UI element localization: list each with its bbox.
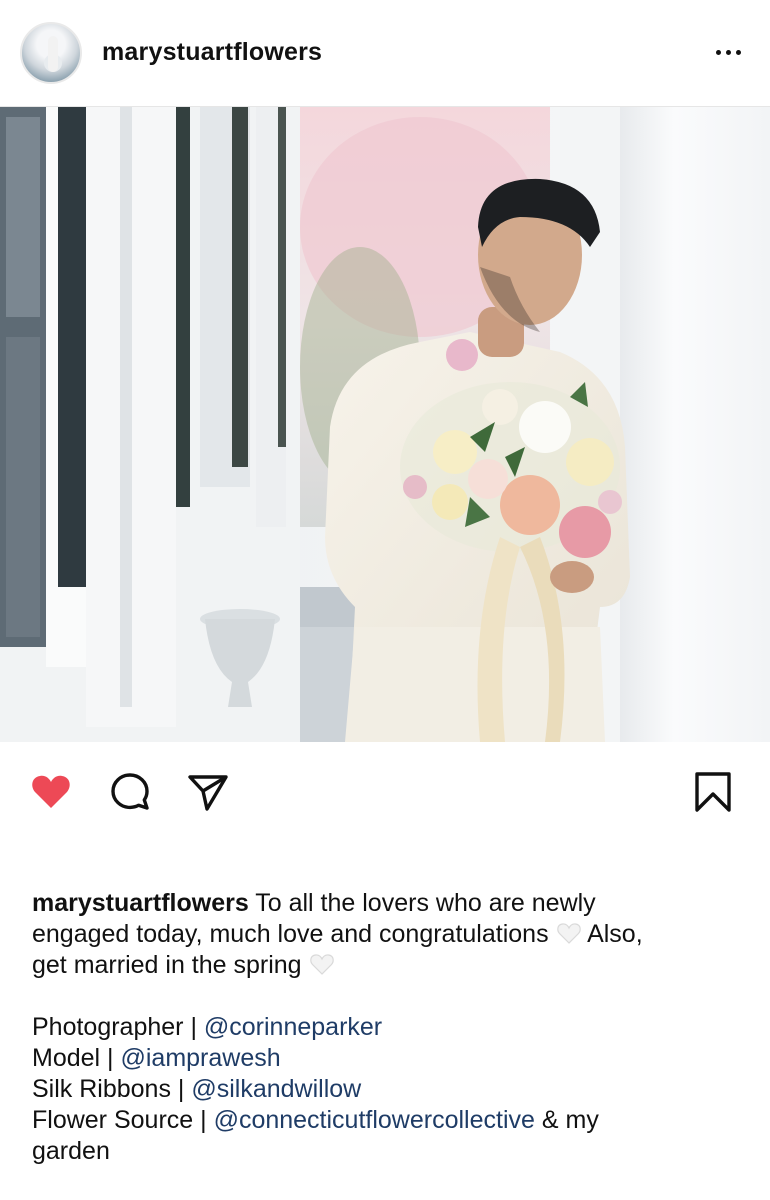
avatar-figure-body [48,36,58,72]
photo-illustration [0,107,770,742]
caption-text: To all the lovers who are newly [248,889,596,917]
heart-filled-icon [32,775,70,808]
more-options-icon[interactable] [708,40,748,64]
bookmark-icon [695,772,731,812]
share-button[interactable] [186,770,230,814]
post-actions-bar [0,742,770,842]
post-photo[interactable] [0,107,770,742]
mention-link[interactable]: @connecticutflowercollective [214,1106,535,1134]
post-header: marystuartflowers [0,0,770,107]
credit-label: Photographer | [32,1013,204,1041]
credit-label: Silk Ribbons | [32,1075,192,1103]
credit-suffix: & my [534,1106,599,1134]
mention-link[interactable]: @iamprawesh [120,1044,280,1072]
profile-avatar[interactable] [20,22,82,84]
credit-label: Model | [32,1044,121,1072]
like-button[interactable] [29,770,73,814]
paper-plane-icon [188,775,228,811]
white-heart-emoji-icon [309,954,334,975]
caption-text: get married in the spring [32,951,309,979]
caption-text: garden [32,1137,110,1165]
post-caption: marystuartflowers To all the lovers who … [32,888,744,1167]
credit-line: Flower Source | @connecticutflowercollec… [32,1105,744,1136]
mention-link[interactable]: @corinneparker [204,1013,382,1041]
credit-label: Flower Source | [32,1106,214,1134]
credit-line: Photographer | @corinneparker [32,1012,744,1043]
credit-line: Model | @iamprawesh [32,1043,744,1074]
mention-link[interactable]: @silkandwillow [191,1075,361,1103]
comment-bubble-icon [111,773,149,810]
caption-username[interactable]: marystuartflowers [32,889,249,917]
caption-text: Also, [581,920,643,948]
white-heart-emoji-icon [556,923,581,944]
credit-line: Silk Ribbons | @silkandwillow [32,1074,744,1105]
comment-button[interactable] [108,770,152,814]
save-button[interactable] [691,770,735,814]
post-username[interactable]: marystuartflowers [102,38,322,67]
caption-text: engaged today, much love and congratulat… [32,920,556,948]
